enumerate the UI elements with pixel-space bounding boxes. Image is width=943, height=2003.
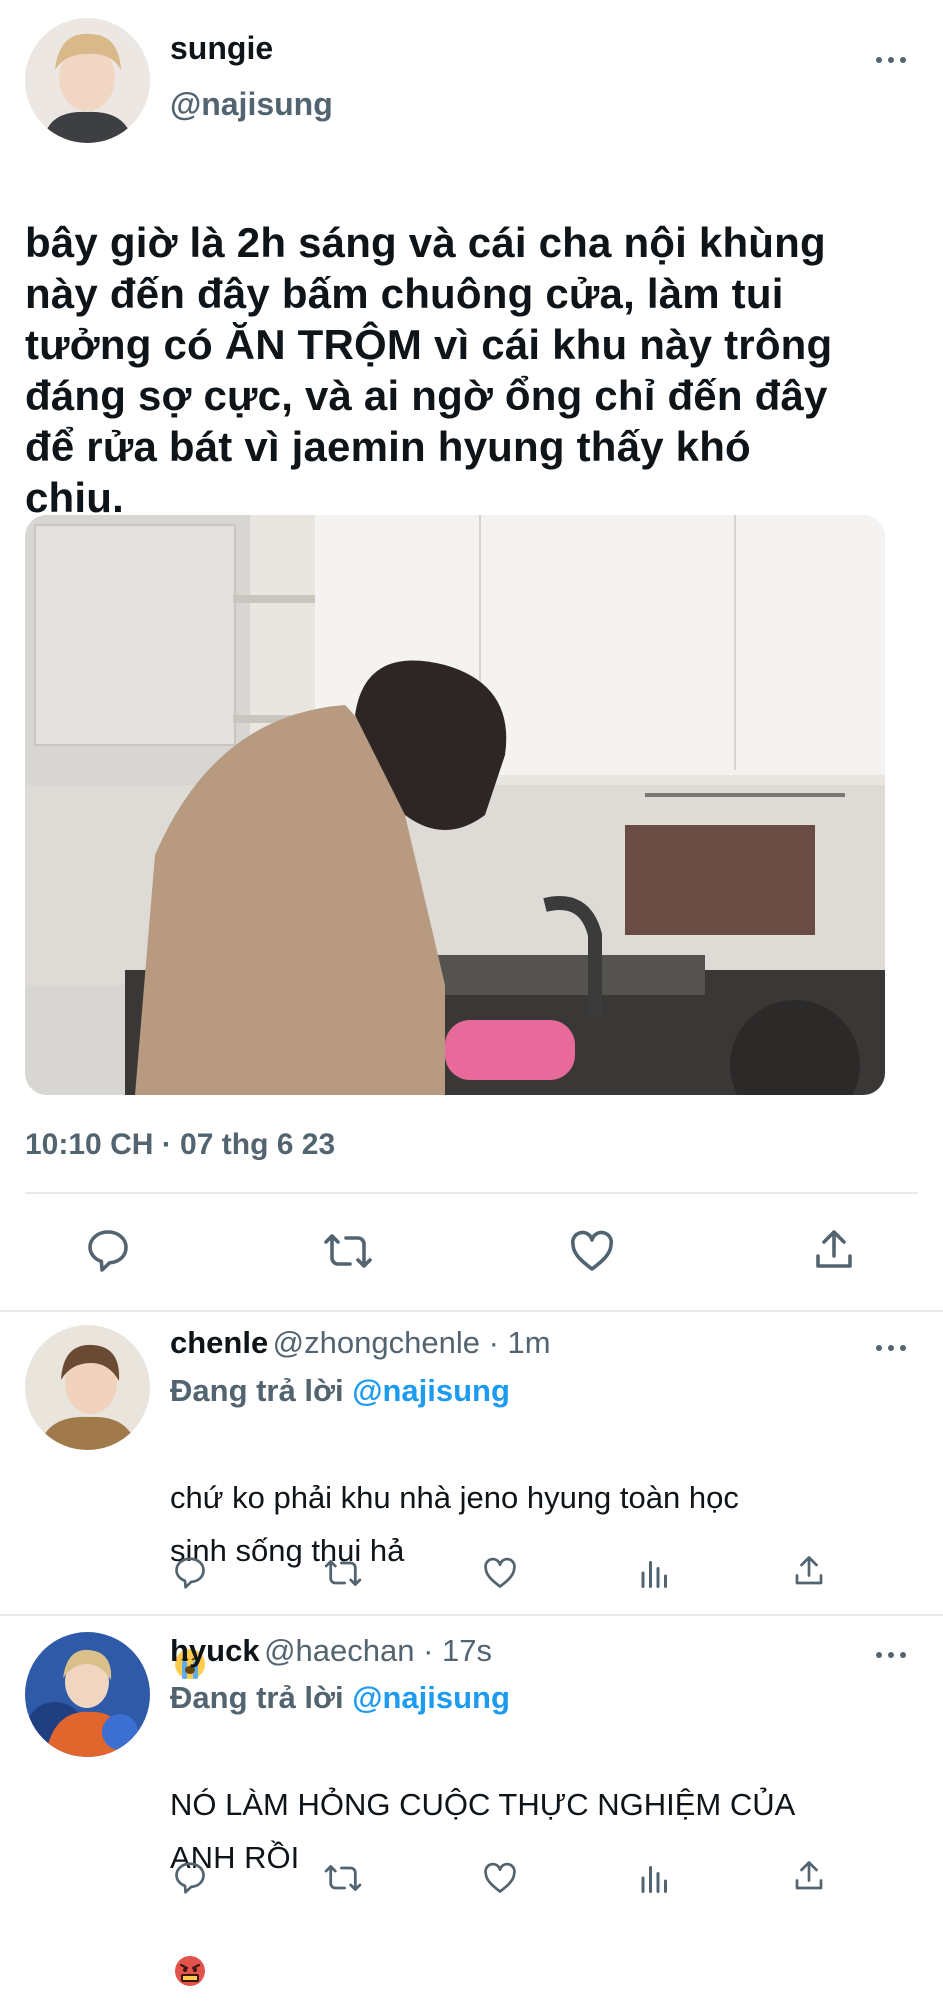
tweet-text: bây giờ là 2h sáng và cái cha nội khùng … [25, 166, 925, 623]
reply-display-name[interactable]: hyuck [170, 1633, 260, 1668]
reply-icon[interactable] [172, 1860, 208, 1896]
avatar-sungie[interactable] [25, 18, 150, 143]
tweet-body: bây giờ là 2h sáng và cái cha nội khùng … [25, 219, 833, 521]
analytics-icon[interactable] [638, 1860, 672, 1896]
angry-cursing-face-emoji [174, 1897, 206, 1986]
author-display-name[interactable]: sungie [170, 30, 273, 67]
replying-to: Đang trả lời @najisung [170, 1680, 510, 1716]
avatar-chenle[interactable] [25, 1325, 150, 1450]
reply-handle-time[interactable]: @haechan · 17s [264, 1633, 492, 1668]
tweet-timestamp[interactable]: 10:10 CH · 07 thg 6 23 [25, 1128, 335, 1162]
reply-icon[interactable] [84, 1228, 132, 1274]
retweet-icon[interactable] [322, 1228, 374, 1274]
reply-text: NÓ LÀM HỎNG CUỘC THỰC NGHIỆM CỦA ANH RỒI [170, 1725, 910, 1986]
like-icon[interactable] [482, 1860, 518, 1896]
replying-label: Đang trả lời [170, 1680, 344, 1715]
tweet-photo[interactable] [25, 515, 885, 1095]
share-icon[interactable] [810, 1226, 858, 1274]
replying-label: Đang trả lời [170, 1373, 344, 1408]
divider [25, 1192, 918, 1194]
reply-header: chenle @zhongchenle · 1m [170, 1325, 551, 1361]
share-icon[interactable] [791, 1858, 827, 1894]
reply-handle-time[interactable]: @zhongchenle · 1m [273, 1325, 551, 1360]
loudly-crying-face-emoji [174, 1590, 206, 1679]
more-options-icon[interactable] [876, 57, 906, 63]
divider [0, 1614, 943, 1616]
more-options-icon[interactable] [876, 1652, 906, 1658]
replying-to: Đang trả lời @najisung [170, 1373, 510, 1409]
share-icon[interactable] [791, 1553, 827, 1589]
reply-text: chứ ko phải khu nhà jeno hyung toàn học … [170, 1418, 910, 1679]
analytics-icon[interactable] [638, 1555, 672, 1591]
retweet-icon[interactable] [323, 1860, 363, 1896]
like-icon[interactable] [482, 1555, 518, 1591]
reply-header: hyuck @haechan · 17s [170, 1633, 492, 1669]
like-icon[interactable] [568, 1228, 616, 1274]
reply-display-name[interactable]: chenle [170, 1325, 268, 1360]
reply-icon[interactable] [172, 1555, 208, 1591]
more-options-icon[interactable] [876, 1345, 906, 1351]
mention-link[interactable]: @najisung [352, 1373, 510, 1408]
divider [0, 1310, 943, 1312]
retweet-icon[interactable] [323, 1555, 363, 1591]
author-handle[interactable]: @najisung [170, 86, 333, 123]
avatar-hyuck[interactable] [25, 1632, 150, 1757]
mention-link[interactable]: @najisung [352, 1680, 510, 1715]
